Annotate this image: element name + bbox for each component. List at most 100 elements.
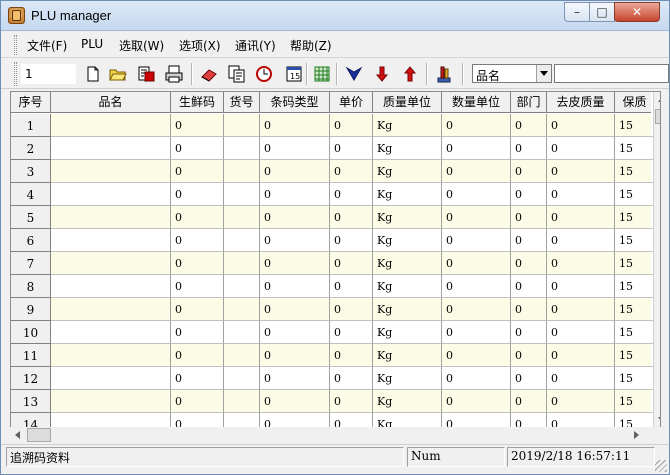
table-row[interactable]: 6 0 0 0 Kg 0 0 0 15	[11, 229, 655, 252]
menu-item[interactable]: 文件(F)	[27, 37, 67, 54]
row-number[interactable]: 7	[11, 252, 51, 275]
table-cell[interactable]: 0	[547, 206, 615, 229]
scroll-down-icon[interactable]	[654, 412, 660, 428]
table-cell[interactable]	[51, 390, 171, 413]
table-cell[interactable]: 15	[615, 160, 655, 183]
table-cell[interactable]: 0	[547, 114, 615, 137]
table-cell[interactable]: 0	[442, 321, 511, 344]
table-cell[interactable]: 0	[547, 137, 615, 160]
table-cell[interactable]: 0	[171, 252, 224, 275]
table-cell[interactable]: 15	[615, 390, 655, 413]
copy-pages-icon[interactable]	[227, 64, 247, 84]
horizontal-scrollbar[interactable]	[10, 427, 644, 443]
plu-grid[interactable]: 序号 品名 生鲜码 货号 条码类型 单价 质量单位 数量单位 部门 去皮质量 保质 1 0 0 0 Kg 0 0…	[10, 91, 661, 429]
table-cell[interactable]: 0	[330, 160, 373, 183]
table-cell[interactable]: Kg	[373, 183, 442, 206]
table-cell[interactable]: 0	[547, 160, 615, 183]
table-row[interactable]: 1 0 0 0 Kg 0 0 0 15	[11, 114, 655, 137]
table-cell[interactable]: 15	[615, 367, 655, 390]
chevron-down-icon[interactable]	[536, 65, 551, 82]
arrow-up-icon[interactable]	[400, 64, 420, 84]
table-cell[interactable]: 0	[330, 367, 373, 390]
table-cell[interactable]: Kg	[373, 390, 442, 413]
menu-item[interactable]: 选项(X)	[179, 37, 221, 54]
table-cell[interactable]: 15	[615, 137, 655, 160]
column-header[interactable]: 去皮质量	[547, 92, 615, 113]
row-number[interactable]: 10	[11, 321, 51, 344]
calendar-icon[interactable]: 15	[284, 64, 304, 84]
table-cell[interactable]: 0	[547, 390, 615, 413]
table-cell[interactable]	[224, 252, 260, 275]
table-cell[interactable]: 15	[615, 275, 655, 298]
table-row[interactable]: 12 0 0 0 Kg 0 0 0 15	[11, 367, 655, 390]
table-cell[interactable]: 0	[260, 321, 330, 344]
table-cell[interactable]: 15	[615, 344, 655, 367]
table-cell[interactable]: 0	[442, 367, 511, 390]
table-cell[interactable]: 0	[330, 390, 373, 413]
table-cell[interactable]: 0	[547, 367, 615, 390]
menu-item[interactable]: 通讯(Y)	[235, 37, 276, 54]
table-cell[interactable]: 0	[511, 275, 547, 298]
row-number[interactable]: 4	[11, 183, 51, 206]
maximize-button[interactable]: □	[589, 2, 615, 22]
vertical-scrollbar[interactable]	[653, 92, 660, 428]
table-cell[interactable]: 0	[330, 137, 373, 160]
table-cell[interactable]	[224, 298, 260, 321]
table-cell[interactable]: 0	[171, 321, 224, 344]
table-cell[interactable]: 0	[330, 114, 373, 137]
resize-grip-icon[interactable]	[655, 460, 667, 472]
table-cell[interactable]: 0	[442, 229, 511, 252]
column-header[interactable]: 生鲜码	[171, 92, 224, 113]
table-cell[interactable]: Kg	[373, 206, 442, 229]
table-cell[interactable]: 0	[442, 344, 511, 367]
table-cell[interactable]: 0	[330, 321, 373, 344]
table-cell[interactable]: 0	[260, 206, 330, 229]
table-cell[interactable]	[224, 344, 260, 367]
table-cell[interactable]	[51, 344, 171, 367]
table-cell[interactable]	[224, 321, 260, 344]
table-row[interactable]: 3 0 0 0 Kg 0 0 0 15	[11, 160, 655, 183]
table-cell[interactable]: 0	[171, 160, 224, 183]
table-cell[interactable]: 0	[442, 160, 511, 183]
table-cell[interactable]	[224, 229, 260, 252]
table-cell[interactable]	[51, 252, 171, 275]
table-cell[interactable]: 0	[171, 137, 224, 160]
row-number[interactable]: 5	[11, 206, 51, 229]
table-cell[interactable]: 0	[260, 114, 330, 137]
table-cell[interactable]: 0	[330, 229, 373, 252]
table-cell[interactable]: 0	[547, 229, 615, 252]
clock-icon[interactable]	[254, 64, 274, 84]
table-cell[interactable]: 0	[511, 298, 547, 321]
table-cell[interactable]: 0	[511, 344, 547, 367]
field-select[interactable]: 品名	[472, 64, 552, 83]
table-row[interactable]: 4 0 0 0 Kg 0 0 0 15	[11, 183, 655, 206]
table-cell[interactable]	[51, 229, 171, 252]
table-cell[interactable]: 0	[260, 367, 330, 390]
row-number[interactable]: 8	[11, 275, 51, 298]
table-cell[interactable]: 0	[511, 229, 547, 252]
column-header[interactable]: 序号	[11, 92, 51, 113]
table-row[interactable]: 10 0 0 0 Kg 0 0 0 15	[11, 321, 655, 344]
table-row[interactable]: 8 0 0 0 Kg 0 0 0 15	[11, 275, 655, 298]
new-document-icon[interactable]	[83, 64, 103, 84]
table-cell[interactable]: 0	[330, 252, 373, 275]
table-cell[interactable]: 0	[547, 321, 615, 344]
table-cell[interactable]: Kg	[373, 367, 442, 390]
table-cell[interactable]	[51, 275, 171, 298]
table-cell[interactable]: Kg	[373, 252, 442, 275]
table-cell[interactable]: 0	[171, 390, 224, 413]
menu-item[interactable]: PLU	[81, 37, 103, 51]
table-cell[interactable]: 0	[442, 390, 511, 413]
column-header[interactable]: 保质	[615, 92, 655, 113]
row-number[interactable]: 9	[11, 298, 51, 321]
table-cell[interactable]	[51, 206, 171, 229]
table-cell[interactable]: Kg	[373, 137, 442, 160]
table-cell[interactable]: 0	[511, 183, 547, 206]
table-cell[interactable]: 0	[511, 367, 547, 390]
table-cell[interactable]: 0	[260, 275, 330, 298]
table-cell[interactable]: 0	[171, 183, 224, 206]
table-cell[interactable]: 0	[171, 344, 224, 367]
table-cell[interactable]: 0	[260, 390, 330, 413]
table-cell[interactable]: 15	[615, 183, 655, 206]
table-cell[interactable]: Kg	[373, 344, 442, 367]
